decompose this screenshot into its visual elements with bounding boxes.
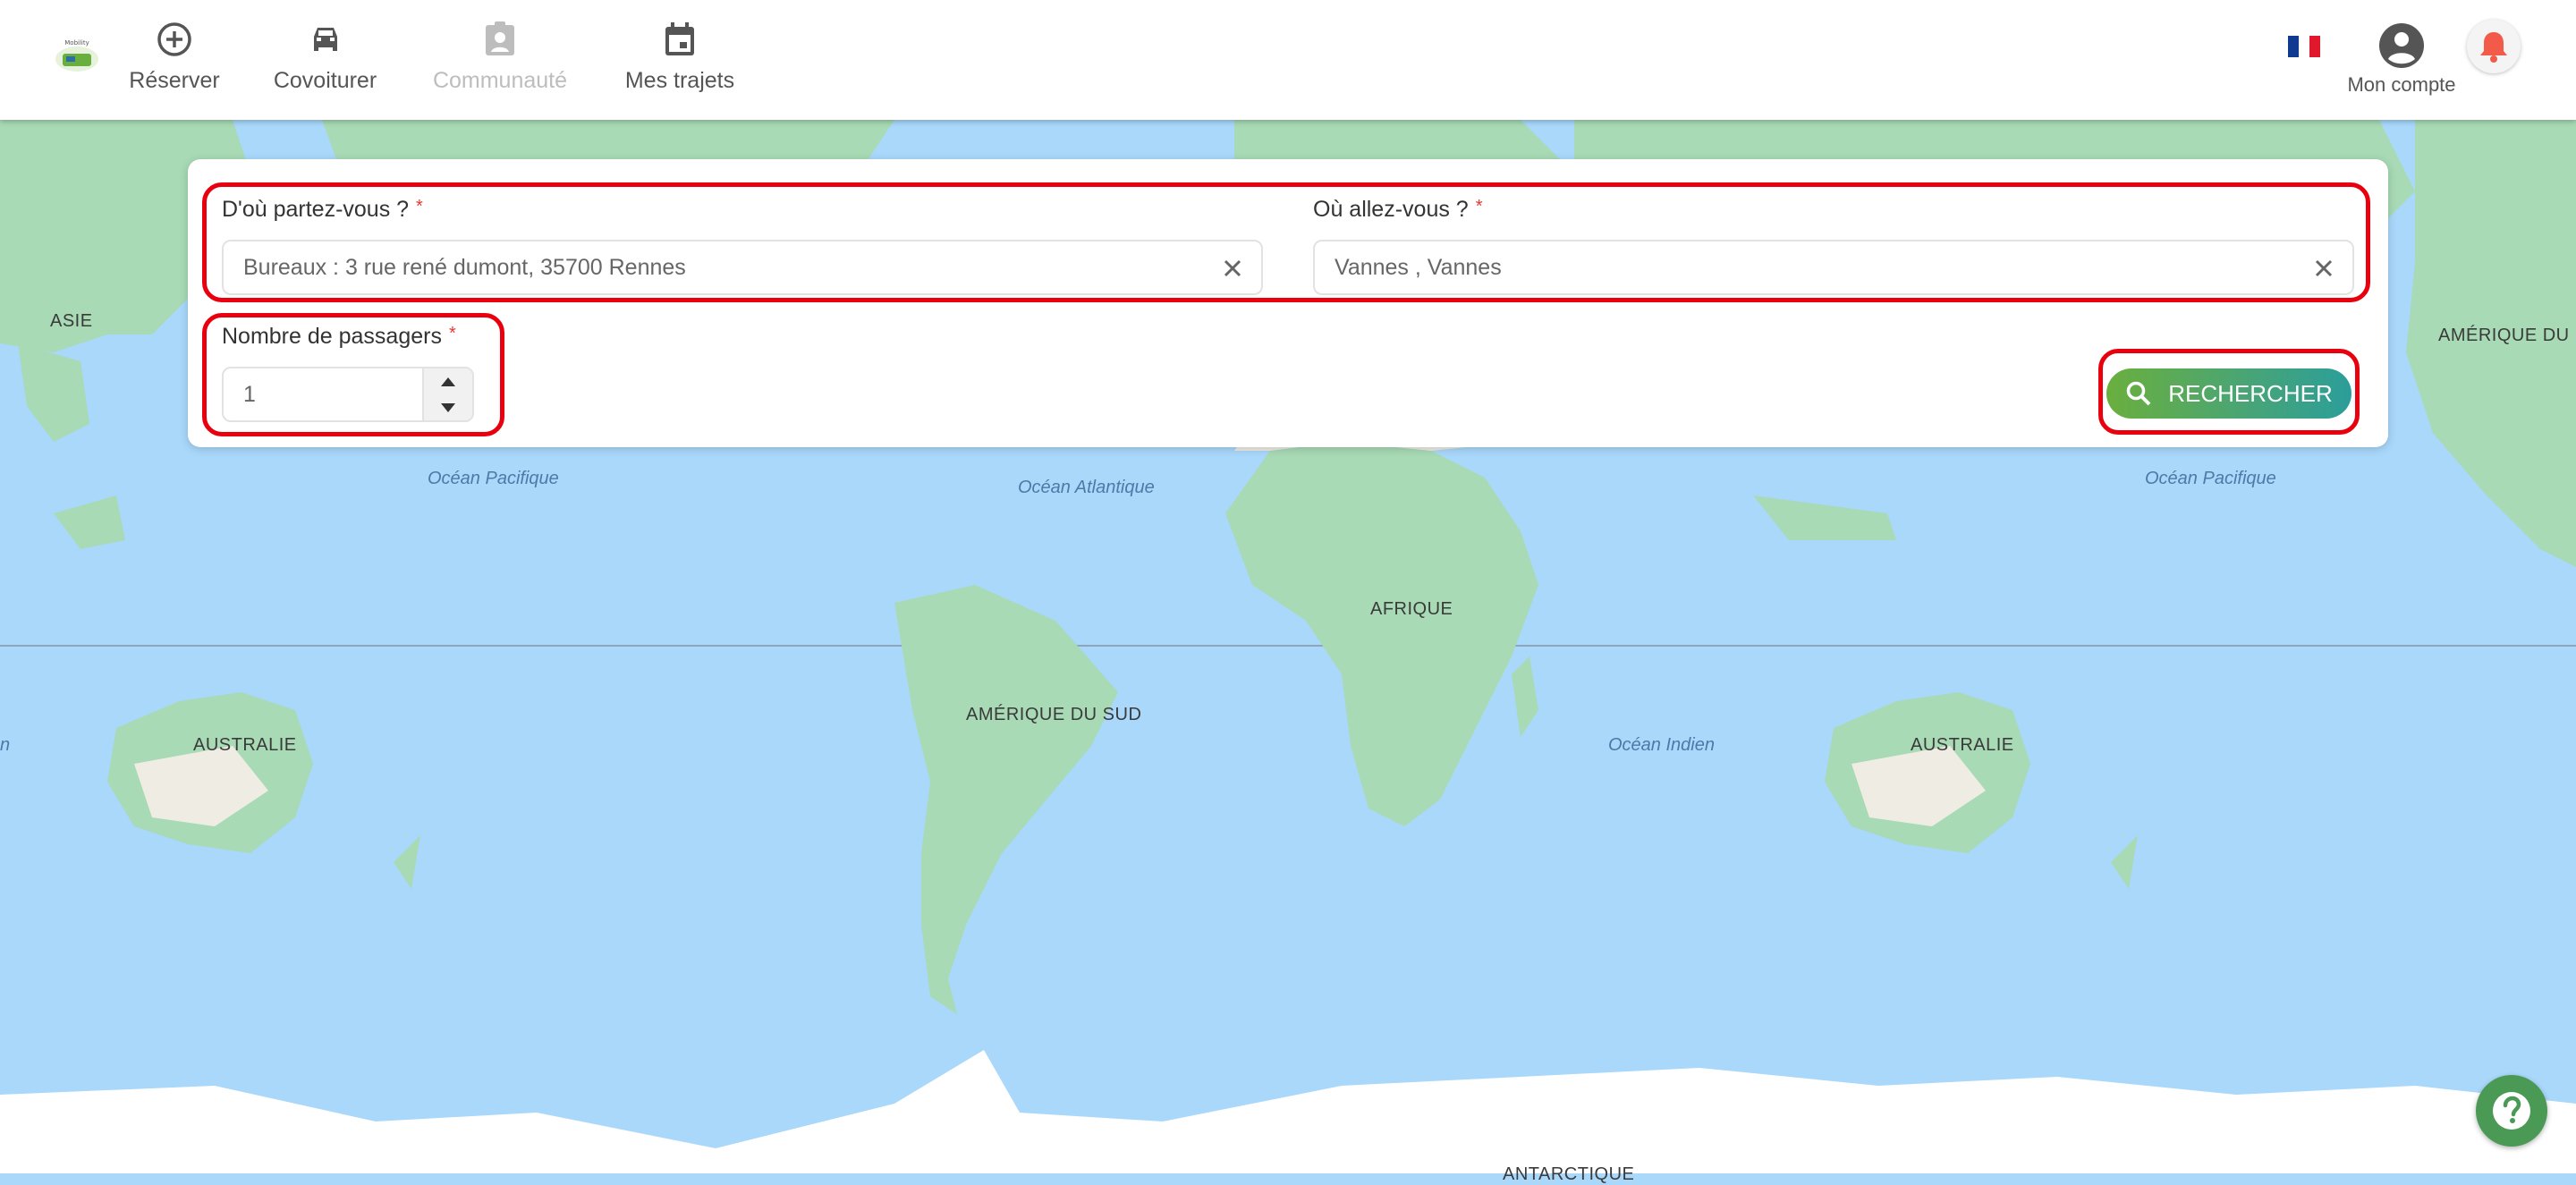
- map-label-australie-right: AUSTRALIE: [1911, 735, 2014, 755]
- passengers-label: Nombre de passagers *: [222, 324, 456, 350]
- map-label-fragment: n: [0, 735, 11, 755]
- to-input[interactable]: Vannes , Vannes: [1313, 240, 2354, 295]
- fr-flag-icon[interactable]: [2288, 36, 2320, 57]
- passengers-stepper[interactable]: 1: [222, 367, 474, 422]
- nz-right-land: [2111, 835, 2138, 889]
- account-circle-icon: [2343, 21, 2460, 68]
- car-icon: [265, 20, 386, 59]
- to-input-value: Vannes , Vannes: [1335, 254, 1502, 280]
- nav-communaute[interactable]: Communauté: [424, 20, 576, 94]
- ocean-label-pacifique-right: Océan Pacifique: [2145, 469, 2276, 488]
- to-required-mark: *: [1475, 197, 1483, 216]
- stepper-down-icon[interactable]: [424, 394, 472, 420]
- indonesia-right-land: [1753, 495, 1896, 540]
- account-menu[interactable]: Mon compte: [2343, 21, 2460, 97]
- nav-mes-trajets[interactable]: Mes trajets: [617, 20, 742, 94]
- madagascar-land: [1512, 656, 1538, 737]
- nav-communaute-label: Communauté: [432, 68, 568, 93]
- passengers-label-text: Nombre de passagers: [222, 324, 442, 349]
- plus-circle-icon: [125, 20, 224, 59]
- ocean-label-indien: Océan Indien: [1608, 735, 1715, 755]
- map-label-australie-left: AUSTRALIE: [193, 735, 297, 755]
- top-navbar: Mobility Réserver Covoiturer Communauté …: [0, 0, 2576, 120]
- from-required-mark: *: [416, 197, 423, 216]
- map-label-afrique: AFRIQUE: [1370, 599, 1453, 619]
- calendar-icon: [617, 20, 742, 59]
- to-label: Où allez-vous ? *: [1313, 197, 1483, 223]
- nav-reserver-label: Réserver: [129, 68, 220, 93]
- passengers-stepper-controls: [422, 368, 472, 420]
- stepper-up-icon[interactable]: [424, 368, 472, 394]
- africa-land: [1225, 442, 1538, 826]
- nav-mes-trajets-label: Mes trajets: [624, 68, 735, 93]
- south-america-land: [894, 585, 1118, 1014]
- map-label-asie: ASIE: [50, 311, 93, 331]
- map-label-amerique-nord: AMÉRIQUE DU N: [2438, 326, 2576, 345]
- from-input-value: Bureaux : 3 rue rené dumont, 35700 Renne…: [243, 254, 686, 280]
- search-icon: [2125, 380, 2152, 407]
- map-label-antarctique: ANTARCTIQUE: [1503, 1164, 1635, 1184]
- ocean-label-atlantique: Océan Atlantique: [1018, 478, 1155, 497]
- svg-text:Mobility: Mobility: [64, 39, 89, 47]
- to-clear-icon[interactable]: [2308, 252, 2340, 284]
- from-input[interactable]: Bureaux : 3 rue rené dumont, 35700 Renne…: [222, 240, 1263, 295]
- nav-reserver[interactable]: Réserver: [125, 20, 224, 94]
- map-label-amerique-sud: AMÉRIQUE DU SUD: [966, 705, 1142, 724]
- search-button[interactable]: RECHERCHER: [2106, 368, 2351, 419]
- to-label-text: Où allez-vous ?: [1313, 197, 1469, 222]
- from-label-text: D'où partez-vous ?: [222, 197, 410, 222]
- from-clear-icon[interactable]: [1216, 252, 1249, 284]
- indonesia-left-land: [54, 495, 125, 549]
- account-label: Mon compte: [2347, 73, 2456, 96]
- passengers-input-value: 1: [243, 381, 256, 407]
- search-button-label: RECHERCHER: [2168, 379, 2333, 407]
- app-logo[interactable]: Mobility: [54, 34, 100, 79]
- antarctica-land: [0, 1050, 2576, 1173]
- passengers-required-mark: *: [448, 324, 456, 343]
- nav-covoiturer[interactable]: Covoiturer: [265, 20, 386, 94]
- help-icon: [2493, 1092, 2530, 1130]
- nz-left-land: [394, 835, 420, 889]
- community-icon: [424, 20, 576, 59]
- ocean-label-pacifique-left: Océan Pacifique: [428, 469, 559, 488]
- help-button[interactable]: [2476, 1075, 2547, 1147]
- se-asia-left-land: [18, 343, 89, 442]
- nav-covoiturer-label: Covoiturer: [273, 68, 377, 93]
- from-label: D'où partez-vous ? *: [222, 197, 423, 223]
- notifications-bell-icon[interactable]: [2467, 20, 2521, 73]
